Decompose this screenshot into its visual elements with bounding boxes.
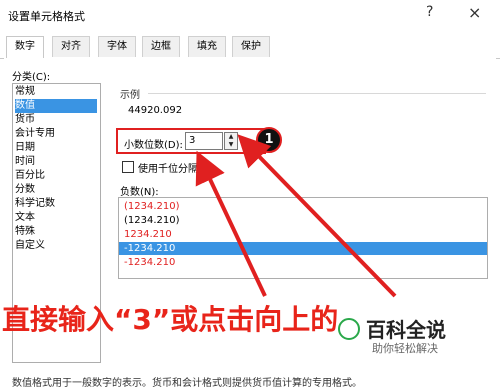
decimal-places-input[interactable]: 3: [185, 132, 223, 150]
sample-label: 示例: [120, 90, 140, 101]
category-item-selected[interactable]: 数值: [15, 99, 97, 113]
tab-border[interactable]: 边框: [142, 36, 180, 57]
decimal-spinner[interactable]: ▲ ▼: [224, 132, 238, 150]
step-badge: 1: [256, 127, 282, 153]
negative-item-selected[interactable]: -1234.210: [119, 242, 487, 255]
category-item[interactable]: 分数: [15, 183, 97, 197]
negative-item[interactable]: (1234.210): [119, 214, 487, 227]
negative-numbers-label: 负数(N):: [120, 187, 159, 198]
annotation-text: 直接输入“3”或点击向上的: [2, 303, 339, 336]
category-item[interactable]: 常规: [15, 85, 97, 99]
watermark-subtitle: 助你轻松解决: [372, 342, 438, 355]
spin-down-icon[interactable]: ▼: [225, 141, 237, 149]
decimal-places-label: 小数位数(D):: [124, 140, 183, 151]
category-label: 分类(C):: [12, 72, 51, 83]
negative-item[interactable]: -1234.210: [119, 256, 487, 269]
category-item[interactable]: 会计专用: [15, 127, 97, 141]
tab-protection[interactable]: 保护: [232, 36, 270, 57]
thousands-separator-label: 使用千位分隔符: [138, 164, 208, 175]
category-item[interactable]: 日期: [15, 141, 97, 155]
dialog-title: 设置单元格格式: [8, 10, 85, 23]
category-item[interactable]: 货币: [15, 113, 97, 127]
category-item[interactable]: 自定义: [15, 239, 97, 253]
category-item[interactable]: 百分比: [15, 169, 97, 183]
category-item[interactable]: 科学记数: [15, 197, 97, 211]
sample-divider: [148, 93, 486, 94]
sample-value: 44920.092: [128, 105, 183, 116]
category-item[interactable]: 时间: [15, 155, 97, 169]
watermark-logo-icon: [338, 318, 360, 340]
help-button[interactable]: ?: [426, 4, 433, 20]
tab-number[interactable]: 数字: [6, 36, 44, 59]
tab-font[interactable]: 字体: [98, 36, 136, 57]
negative-item[interactable]: 1234.210: [119, 228, 487, 241]
negative-item[interactable]: (1234.210): [119, 200, 487, 213]
thousands-separator-checkbox[interactable]: [122, 161, 134, 173]
watermark-title: 百科全说: [366, 318, 446, 342]
category-item[interactable]: 特殊: [15, 225, 97, 239]
tab-alignment[interactable]: 对齐: [52, 36, 90, 57]
spin-up-icon[interactable]: ▲: [225, 133, 237, 141]
category-item[interactable]: 文本: [15, 211, 97, 225]
format-description: 数值格式用于一般数字的表示。货币和会计格式则提供货币值计算的专用格式。: [12, 378, 362, 389]
close-button[interactable]: ×: [468, 3, 481, 22]
tab-fill[interactable]: 填充: [188, 36, 226, 57]
